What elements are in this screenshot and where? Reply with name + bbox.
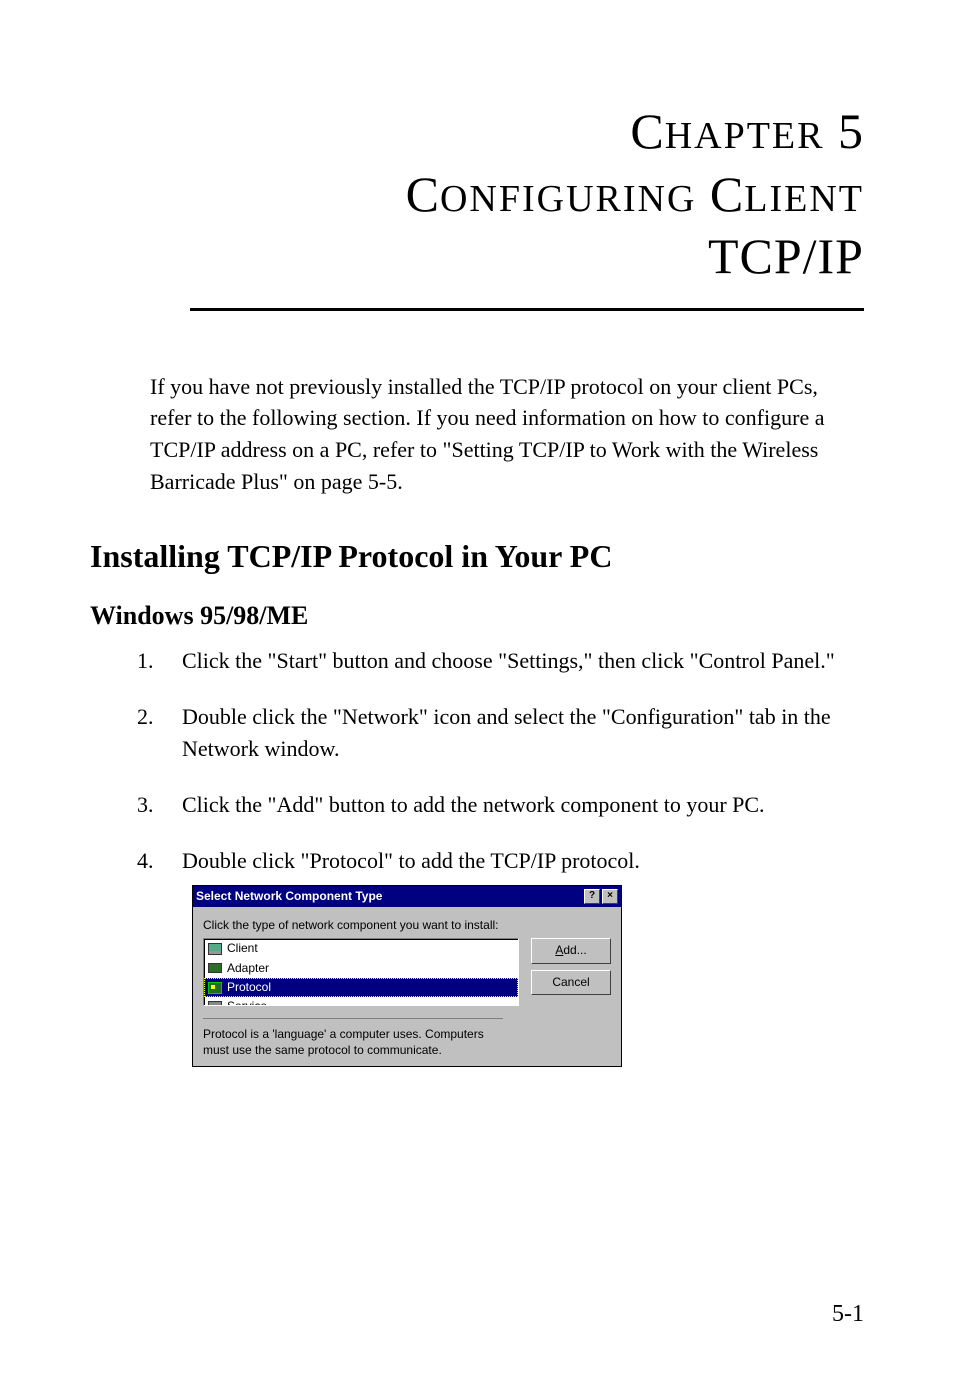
cancel-button[interactable]: Cancel — [531, 970, 611, 995]
list-item: Click the "Start" button and choose "Set… — [170, 645, 864, 677]
dialog-description: Protocol is a 'language' a computer uses… — [203, 1018, 503, 1058]
page-number: 5-1 — [832, 1301, 864, 1328]
help-button[interactable]: ? — [584, 889, 600, 904]
protocol-icon — [207, 981, 223, 995]
dialog-title: Select Network Component Type — [196, 888, 382, 905]
title-rest-2: LIENT — [744, 178, 864, 220]
title-word-3: TCP/IP — [708, 228, 864, 284]
list-item-label: Protocol — [227, 979, 271, 996]
chapter-label: CHAPTER 5 — [190, 100, 864, 163]
add-button[interactable]: Add... — [531, 938, 611, 963]
dialog-window: Select Network Component Type ? × Click … — [192, 885, 622, 1068]
list-item: Double click the "Network" icon and sele… — [170, 701, 864, 765]
list-item-client[interactable]: Client — [204, 939, 518, 958]
chapter-rest-1: HAPTER — [665, 115, 825, 157]
list-item-label: Service — [227, 998, 267, 1006]
title-cap-2: C — [710, 166, 744, 222]
list-item: Double click "Protocol" to add the TCP/I… — [170, 845, 864, 1068]
title-rest-1: ONFIGURING — [440, 178, 696, 220]
dialog-prompt: Click the type of network component you … — [203, 917, 611, 934]
list-item-protocol[interactable]: Protocol — [204, 978, 518, 997]
instruction-list: Click the "Start" button and choose "Set… — [170, 645, 864, 1067]
list-item-label: Client — [227, 940, 258, 957]
intro-paragraph: If you have not previously installed the… — [150, 371, 864, 499]
chapter-title-line-1: CONFIGURING CLIENT — [190, 163, 864, 226]
list-item: Click the "Add" button to add the networ… — [170, 789, 864, 821]
list-item-label: Adapter — [227, 960, 269, 977]
list-item-adapter[interactable]: Adapter — [204, 959, 518, 978]
add-rest: dd... — [563, 943, 586, 957]
chapter-number: 5 — [838, 103, 864, 159]
service-icon — [207, 1000, 223, 1006]
chapter-title-line-2: TCP/IP — [190, 225, 864, 288]
chapter-divider — [190, 308, 864, 311]
chapter-title-block: CHAPTER 5 CONFIGURING CLIENT TCP/IP — [190, 100, 864, 288]
step-4-text: Double click "Protocol" to add the TCP/I… — [182, 848, 640, 873]
chapter-cap-1: C — [630, 103, 664, 159]
dialog-titlebar: Select Network Component Type ? × — [193, 886, 621, 907]
adapter-icon — [207, 961, 223, 975]
section-heading: Installing TCP/IP Protocol in Your PC — [90, 538, 864, 575]
component-listbox[interactable]: Client Adapter Protocol — [203, 938, 519, 1006]
list-item-service[interactable]: Service — [204, 997, 518, 1006]
title-cap-1: C — [406, 166, 440, 222]
subsection-heading: Windows 95/98/ME — [90, 601, 864, 631]
monitor-icon — [207, 942, 223, 956]
close-button[interactable]: × — [602, 889, 618, 904]
